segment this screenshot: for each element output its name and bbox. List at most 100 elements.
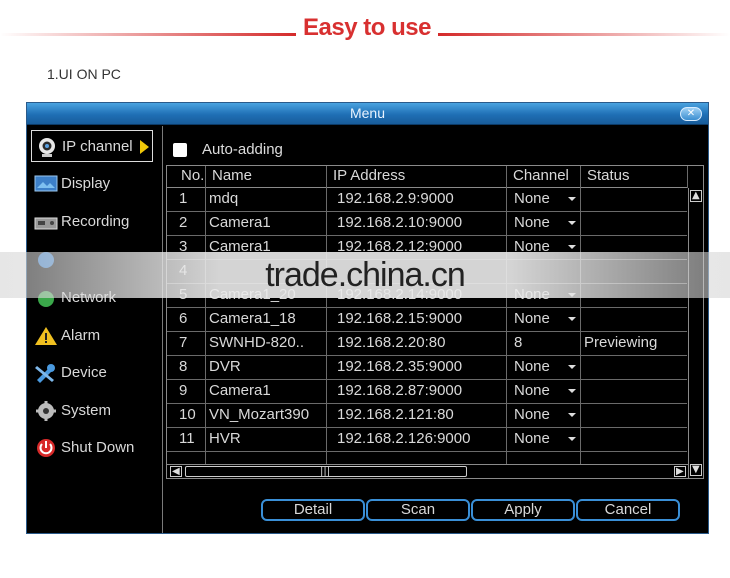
chevron-down-icon[interactable]: [568, 365, 576, 369]
banner-line-left: [0, 33, 296, 36]
sidebar-item-ip-channel[interactable]: IP channel: [31, 130, 153, 162]
horizontal-scrollbar[interactable]: ◀ ||| ▶: [167, 464, 689, 478]
ip-channel-table: No. Name IP Address Channel Status 1 mdq 1…: [166, 165, 704, 479]
page: Easy to use 1.UI ON PC Menu ✕ IP channel: [0, 0, 730, 578]
cell-ip: 192.168.2.87:9000: [337, 382, 463, 399]
header-name: Name: [212, 167, 253, 184]
sidebar-item-display[interactable]: Display: [31, 168, 153, 200]
cell-ip: 192.168.2.15:9000: [337, 310, 463, 327]
cell-ip: 192.168.2.35:9000: [337, 358, 463, 375]
chevron-down-icon[interactable]: [568, 413, 576, 417]
tools-icon: [35, 364, 55, 383]
cell-no: 6: [179, 310, 188, 327]
sidebar-item-label: Alarm: [61, 327, 101, 344]
cell-ip: 192.168.2.10:9000: [337, 214, 463, 231]
cell-name: Camera1_18: [209, 310, 296, 327]
table-row[interactable]: 2 Camera1 192.168.2.10:9000 None: [167, 212, 687, 236]
sidebar-item-shut-down[interactable]: Shut Down: [31, 432, 153, 464]
cell-channel[interactable]: None: [514, 310, 550, 327]
detail-button[interactable]: Detail: [261, 499, 365, 521]
table-row[interactable]: 11 HVR 192.168.2.126:9000 None: [167, 428, 687, 452]
warning-icon: [35, 327, 57, 345]
table-row[interactable]: 9 Camera1 192.168.2.87:9000 None: [167, 380, 687, 404]
banner-title: Easy to use: [303, 14, 431, 41]
auto-adding-label: Auto-adding: [202, 141, 283, 158]
sidebar-item-label: IP channel: [62, 138, 133, 155]
header-channel: Channel: [513, 167, 569, 184]
cell-ip: 192.168.2.9:9000: [337, 190, 454, 207]
cell-channel[interactable]: None: [514, 358, 550, 375]
scroll-right-button[interactable]: ▶: [674, 466, 686, 477]
vertical-scrollbar[interactable]: ▲ ▼: [688, 188, 703, 478]
cell-ip: 192.168.2.126:9000: [337, 430, 471, 447]
scroll-left-button[interactable]: ◀: [170, 466, 182, 477]
cell-status: Previewing: [584, 334, 658, 351]
window-titlebar: Menu ✕: [27, 103, 708, 125]
chevron-down-icon[interactable]: [568, 317, 576, 321]
chevron-left-icon: ◀: [172, 466, 180, 477]
table-row[interactable]: 1 mdq 192.168.2.9:9000 None: [167, 188, 687, 212]
chevron-down-icon[interactable]: [568, 389, 576, 393]
sidebar-item-recording[interactable]: Recording: [31, 206, 153, 238]
close-button[interactable]: ✕: [680, 107, 702, 121]
table-row[interactable]: 10 VN_Mozart390 192.168.2.121:80 None: [167, 404, 687, 428]
sidebar-item-label: Shut Down: [61, 439, 135, 456]
chevron-down-icon[interactable]: [568, 221, 576, 225]
header-status: Status: [587, 167, 630, 184]
cell-name: Camera1: [209, 382, 271, 399]
recorder-icon: [34, 217, 58, 230]
cell-no: 1: [179, 190, 188, 207]
power-icon: [37, 439, 55, 457]
sidebar-item-system[interactable]: System: [31, 395, 153, 427]
cell-ip: 192.168.2.121:80: [337, 406, 454, 423]
cell-channel[interactable]: None: [514, 406, 550, 423]
sidebar-item-label: System: [61, 402, 112, 419]
cell-no: 7: [179, 334, 188, 351]
cell-ip: 192.168.2.20:80: [337, 334, 446, 351]
banner-line-right: [438, 33, 730, 36]
sidebar-item-device[interactable]: Device: [31, 357, 153, 389]
cell-name: Camera1: [209, 214, 271, 231]
webcam-icon: [39, 138, 55, 157]
scan-button[interactable]: Scan: [366, 499, 470, 521]
sidebar-item-label: Recording: [61, 213, 130, 230]
watermark-text: trade.china.cn: [265, 256, 466, 294]
header-ip: IP Address: [333, 167, 406, 184]
monitor-icon: [34, 175, 58, 192]
banner: Easy to use: [0, 14, 730, 50]
cell-channel[interactable]: None: [514, 382, 550, 399]
cell-no: 8: [179, 358, 188, 375]
chevron-down-icon: ▼: [692, 464, 700, 475]
header-no: No.: [181, 167, 205, 184]
sidebar-item-label: Display: [61, 175, 111, 192]
chevron-down-icon[interactable]: [568, 197, 576, 201]
cell-no: 2: [179, 214, 188, 231]
table-row[interactable]: 8 DVR 192.168.2.35:9000 None: [167, 356, 687, 380]
chevron-down-icon[interactable]: [568, 245, 576, 249]
scroll-down-button[interactable]: ▼: [690, 464, 702, 476]
menu-window: Menu ✕ IP channel Display Recording Alar…: [26, 102, 709, 534]
chevron-right-icon: ▶: [676, 466, 684, 477]
table-header: No. Name IP Address Channel Status: [167, 166, 687, 188]
cell-name: HVR: [209, 430, 241, 447]
table-row[interactable]: 6 Camera1_18 192.168.2.15:9000 None: [167, 308, 687, 332]
cell-channel[interactable]: None: [514, 430, 550, 447]
cell-channel[interactable]: None: [514, 190, 550, 207]
cell-channel[interactable]: None: [514, 214, 550, 231]
table-row[interactable]: 7 SWNHD-820.. 192.168.2.20:80 8 Previewing: [167, 332, 687, 356]
scroll-thumb[interactable]: |||: [185, 466, 467, 477]
scroll-up-button[interactable]: ▲: [690, 190, 702, 202]
cancel-button[interactable]: Cancel: [576, 499, 680, 521]
cell-name: mdq: [209, 190, 239, 207]
sidebar-item-label: Device: [61, 364, 107, 381]
chevron-down-icon[interactable]: [568, 437, 576, 441]
cell-no: 10: [179, 406, 196, 423]
cell-channel[interactable]: 8: [514, 334, 522, 351]
apply-button[interactable]: Apply: [471, 499, 575, 521]
sidebar-item-alarm[interactable]: Alarm: [31, 320, 153, 352]
cell-name: VN_Mozart390: [209, 406, 310, 423]
column-divider: [687, 166, 688, 188]
cell-no: 9: [179, 382, 188, 399]
active-arrow-icon: [140, 140, 149, 154]
auto-adding-checkbox[interactable]: [173, 143, 187, 157]
